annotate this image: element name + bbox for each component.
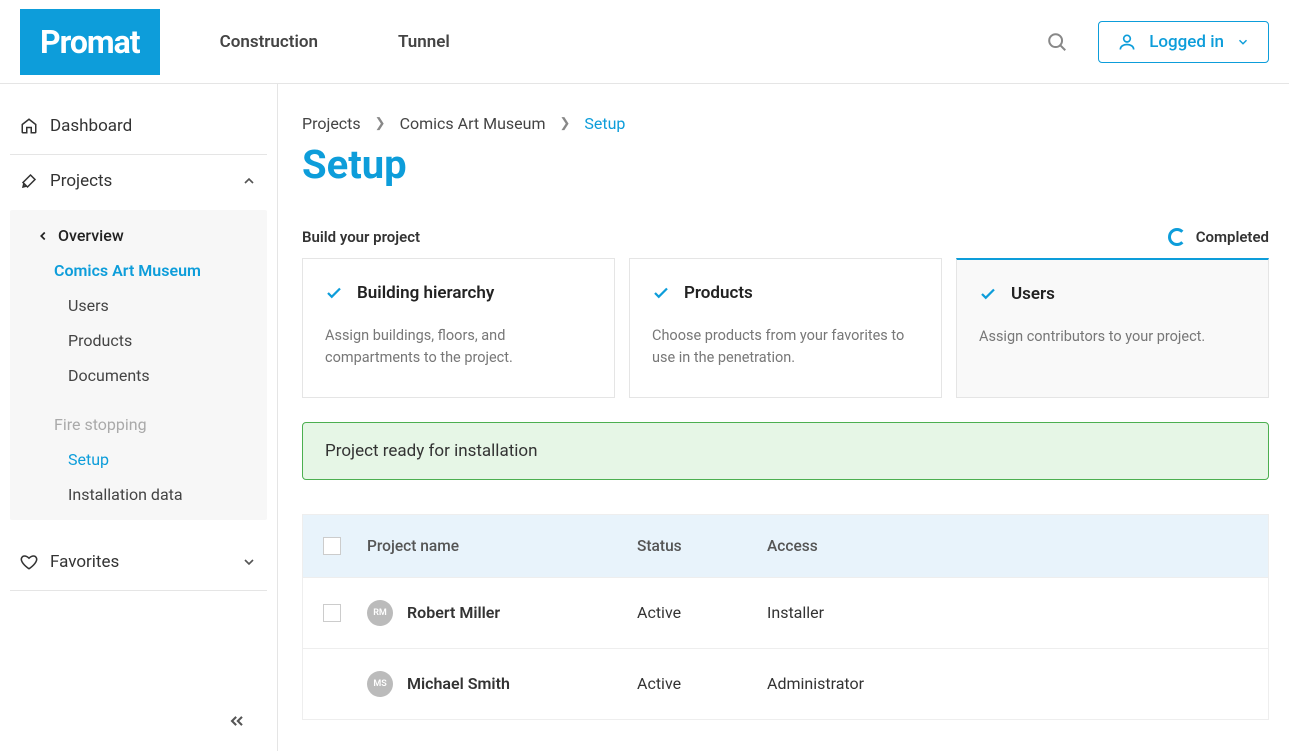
tools-icon [20,172,38,190]
table-row[interactable]: MS Michael Smith ActiveAdministrator [303,648,1268,719]
sidebar-item-project-name[interactable]: Comics Art Museum [10,253,267,288]
card-users[interactable]: Users Assign contributors to your projec… [956,258,1269,398]
sidebar-item-setup[interactable]: Setup [10,442,267,477]
table-header: Project name Status Access [303,515,1268,577]
avatar: RM [367,600,393,626]
chevron-right-icon: ❯ [375,116,386,131]
user-status: Active [637,674,767,693]
collapse-sidebar-button[interactable] [227,711,247,731]
row-checkbox[interactable] [323,604,341,622]
sidebar-item-overview[interactable]: Overview [10,218,267,253]
sidebar-item-dashboard[interactable]: Dashboard [10,104,267,155]
check-icon [652,284,670,302]
card-desc: Assign contributors to your project. [979,326,1246,348]
home-icon [20,117,38,135]
sidebar-item-projects[interactable]: Projects [10,159,267,204]
logged-in-label: Logged in [1149,32,1224,52]
sidebar-label: Overview [58,226,124,245]
logo[interactable]: Promat [20,9,160,75]
double-chevron-left-icon [227,711,247,731]
chevron-down-icon [241,554,257,570]
sidebar-label: Favorites [50,552,119,572]
chevron-down-icon [1236,35,1250,49]
sidebar-item-products[interactable]: Products [10,323,267,358]
sidebar-item-fire-stopping: Fire stopping [10,407,267,442]
card-products[interactable]: Products Choose products from your favor… [629,258,942,398]
chevron-up-icon [241,173,257,189]
card-title-label: Products [684,283,753,303]
check-icon [325,284,343,302]
table-row[interactable]: RM Robert Miller ActiveInstaller [303,577,1268,648]
user-status: Active [637,603,767,622]
chevron-right-icon: ❯ [559,116,570,131]
sidebar-project-section: Overview Comics Art Museum Users Product… [10,210,267,520]
nav-construction[interactable]: Construction [220,32,318,52]
users-table: Project name Status Access RM Robert Mill… [302,514,1269,720]
sidebar-item-installation-data[interactable]: Installation data [10,477,267,512]
chevron-left-icon [36,229,50,243]
progress-icon [1168,228,1186,246]
completed-label: Completed [1196,228,1269,246]
user-name: Robert Miller [407,603,500,622]
col-header-name: Project name [367,537,637,555]
col-header-status: Status [637,537,767,555]
avatar: MS [367,671,393,697]
breadcrumb: Projects ❯ Comics Art Museum ❯ Setup [302,114,1269,133]
sidebar: Dashboard Projects Overview Comics Art M… [0,84,278,751]
card-building-hierarchy[interactable]: Building hierarchy Assign buildings, flo… [302,258,615,398]
check-icon [979,285,997,303]
logged-in-button[interactable]: Logged in [1098,21,1269,63]
sidebar-item-documents[interactable]: Documents [10,358,267,393]
user-access: Installer [767,603,1248,622]
breadcrumb-project[interactable]: Comics Art Museum [400,114,546,133]
user-access: Administrator [767,674,1248,693]
page-title: Setup [302,141,1269,188]
breadcrumb-current: Setup [584,114,625,133]
completed-indicator: Completed [1168,228,1269,246]
main-content: Projects ❯ Comics Art Museum ❯ Setup Set… [278,84,1289,751]
setup-cards: Building hierarchy Assign buildings, flo… [302,258,1269,398]
card-desc: Choose products from your favorites to u… [652,325,919,369]
search-icon [1046,31,1068,53]
card-title-label: Users [1011,284,1055,304]
card-desc: Assign buildings, floors, and compartmen… [325,325,592,369]
build-label: Build your project [302,228,420,246]
heart-icon [20,553,38,571]
select-all-checkbox[interactable] [323,537,341,555]
sidebar-item-users[interactable]: Users [10,288,267,323]
sidebar-item-favorites[interactable]: Favorites [10,540,267,591]
ready-banner: Project ready for installation [302,422,1269,480]
sidebar-label: Dashboard [50,116,132,136]
breadcrumb-projects[interactable]: Projects [302,114,361,133]
header: Promat Construction Tunnel Logged in [0,0,1289,84]
card-title-label: Building hierarchy [357,283,494,303]
top-nav: Construction Tunnel [220,32,1047,52]
nav-tunnel[interactable]: Tunnel [398,32,450,52]
user-icon [1117,32,1137,52]
col-header-access: Access [767,537,1248,555]
search-button[interactable] [1046,31,1068,53]
user-name: Michael Smith [407,674,510,693]
sidebar-label: Projects [50,171,112,191]
